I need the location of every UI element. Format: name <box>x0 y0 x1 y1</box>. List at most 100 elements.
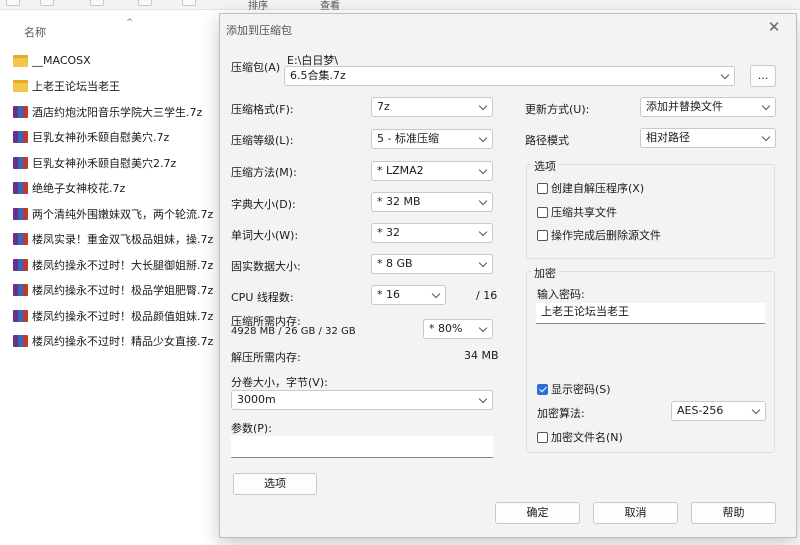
show-password-checkbox[interactable]: 显示密码(S) <box>537 381 611 397</box>
options-button[interactable]: 选项 <box>233 473 317 495</box>
password-input[interactable]: 上老王论坛当老王 <box>536 303 765 324</box>
compress-shared-label: 压缩共享文件 <box>551 206 617 219</box>
list-item[interactable]: 楼凤约操永不过时！精品少女直接.7z <box>0 329 215 355</box>
column-header-name[interactable]: 名称 ^ <box>0 18 210 44</box>
file-name: 楼凤约操永不过时！极品学姐肥臀.7z <box>32 284 214 298</box>
file-name: 绝绝子女神校花.7z <box>32 182 126 196</box>
folder-icon <box>13 54 28 67</box>
folder-icon <box>13 80 28 93</box>
file-name: __MACOSX <box>32 54 91 68</box>
archive-icon <box>13 309 28 322</box>
mem-decomp-value: 34 MB <box>464 349 499 362</box>
method-value: * LZMA2 <box>377 164 424 177</box>
view-button[interactable]: 查看 <box>320 0 340 12</box>
archive-icon <box>13 131 28 144</box>
threads-label: CPU 线程数: <box>231 291 294 304</box>
enc-method-label: 加密算法: <box>537 407 585 420</box>
solid-select[interactable]: * 8 GB <box>371 254 493 274</box>
checkbox-box <box>537 431 548 443</box>
sort-ascending-icon: ^ <box>126 18 134 28</box>
archive-icon <box>13 335 28 348</box>
chevron-down-icon <box>478 258 488 268</box>
mem-comp-select[interactable]: * 80% <box>423 319 493 339</box>
path-select[interactable]: 相对路径 <box>640 128 776 148</box>
delete-source-label: 操作完成后删除源文件 <box>551 229 661 242</box>
dict-select[interactable]: * 32 MB <box>371 192 493 212</box>
list-item[interactable]: 楼凤约操永不过时！大长腿御姐掰.7z <box>0 252 215 278</box>
password-label: 输入密码: <box>537 288 585 301</box>
sort-button[interactable]: 排序 <box>248 0 268 12</box>
archive-icon <box>13 156 28 169</box>
chevron-down-icon <box>478 133 488 143</box>
browse-button[interactable]: ... <box>750 65 776 87</box>
list-item[interactable]: 巨乳女神孙禾颐自慰美穴.7z <box>0 125 215 151</box>
dict-label: 字典大小(D): <box>231 198 296 211</box>
format-label: 压缩格式(F): <box>231 103 294 116</box>
create-sfx-label: 创建自解压程序(X) <box>551 182 645 195</box>
path-value: 相对路径 <box>646 131 690 144</box>
encrypt-names-label: 加密文件名(N) <box>551 431 623 444</box>
enc-method-value: AES-256 <box>677 404 724 417</box>
list-item[interactable]: __MACOSX <box>0 48 215 74</box>
volume-value: 3000m <box>237 393 276 406</box>
dict-value: * 32 MB <box>377 195 421 208</box>
close-icon[interactable]: ✕ <box>766 19 782 35</box>
encrypt-names-checkbox[interactable]: 加密文件名(N) <box>537 429 623 445</box>
format-value: 7z <box>377 100 390 113</box>
rename-icon[interactable] <box>138 0 152 6</box>
mem-comp-detail: 4928 MB / 26 GB / 32 GB <box>231 326 356 337</box>
explorer-toolbar: 排序 查看 <box>0 0 800 12</box>
solid-value: * 8 GB <box>377 257 413 270</box>
file-name: 两个清纯外围嫩妹双飞，两个轮流.7z <box>32 207 214 221</box>
cut-icon[interactable] <box>6 0 20 6</box>
update-label: 更新方式(U): <box>525 103 590 116</box>
volume-combo[interactable]: 3000m <box>231 390 493 410</box>
archive-icon <box>13 207 28 220</box>
list-item[interactable]: 上老王论坛当老王 <box>0 74 215 100</box>
cancel-button[interactable]: 取消 <box>593 502 678 524</box>
format-select[interactable]: 7z <box>371 97 493 117</box>
archive-name-combo[interactable]: 6.5合集.7z <box>284 66 735 86</box>
list-item[interactable]: 楼凤约操永不过时！极品学姐肥臀.7z <box>0 278 215 304</box>
list-item[interactable]: 楼凤实录！重金双飞极品姐妹，操.7z <box>0 227 215 253</box>
list-item[interactable]: 酒店约炮沈阳音乐学院大三学生.7z <box>0 99 215 125</box>
chevron-down-icon <box>478 196 488 206</box>
threads-value: * 16 <box>377 288 400 301</box>
create-sfx-checkbox[interactable]: 创建自解压程序(X) <box>537 180 644 196</box>
copy-icon[interactable] <box>40 0 54 6</box>
method-select[interactable]: * LZMA2 <box>371 161 493 181</box>
enc-method-select[interactable]: AES-256 <box>671 401 766 421</box>
add-to-archive-dialog: 添加到压缩包 ✕ 压缩包(A) E:\白日梦\ 6.5合集.7z ... 压缩格… <box>219 13 797 538</box>
checkbox-box <box>537 206 548 218</box>
delete-icon[interactable] <box>182 0 196 6</box>
file-name: 楼凤约操永不过时！大长腿御姐掰.7z <box>32 258 214 272</box>
chevron-down-icon <box>431 289 441 299</box>
list-item[interactable]: 绝绝子女神校花.7z <box>0 176 215 202</box>
level-select[interactable]: 5 - 标准压缩 <box>371 129 493 149</box>
list-item[interactable]: 楼凤约操永不过时！极品颜值姐妹.7z <box>0 303 215 329</box>
mem-comp-value: * 80% <box>429 322 463 335</box>
list-item[interactable]: 巨乳女神孙禾颐自慰美穴2.7z <box>0 150 215 176</box>
list-item[interactable]: 两个清纯外围嫩妹双飞，两个轮流.7z <box>0 201 215 227</box>
ok-button[interactable]: 确定 <box>495 502 580 524</box>
delete-source-checkbox[interactable]: 操作完成后删除源文件 <box>537 227 661 243</box>
archive-icon <box>13 182 28 195</box>
file-name: 楼凤实录！重金双飞极品姐妹，操.7z <box>32 233 214 247</box>
word-select[interactable]: * 32 <box>371 223 493 243</box>
level-label: 压缩等级(L): <box>231 134 294 147</box>
file-name: 酒店约炮沈阳音乐学院大三学生.7z <box>32 105 203 119</box>
help-button[interactable]: 帮助 <box>691 502 776 524</box>
chevron-down-icon <box>761 101 771 111</box>
params-input[interactable] <box>231 436 493 458</box>
chevron-down-icon <box>478 227 488 237</box>
chevron-down-icon <box>761 132 771 142</box>
file-name: 楼凤约操永不过时！精品少女直接.7z <box>32 335 214 349</box>
file-list: __MACOSX 上老王论坛当老王 酒店约炮沈阳音乐学院大三学生.7z 巨乳女神… <box>0 48 215 354</box>
threads-select[interactable]: * 16 <box>371 285 446 305</box>
archive-icon <box>13 258 28 271</box>
method-label: 压缩方法(M): <box>231 166 297 179</box>
update-select[interactable]: 添加并替换文件 <box>640 97 776 117</box>
compress-shared-checkbox[interactable]: 压缩共享文件 <box>537 204 617 220</box>
show-password-label: 显示密码(S) <box>551 383 611 396</box>
paste-icon[interactable] <box>90 0 104 6</box>
